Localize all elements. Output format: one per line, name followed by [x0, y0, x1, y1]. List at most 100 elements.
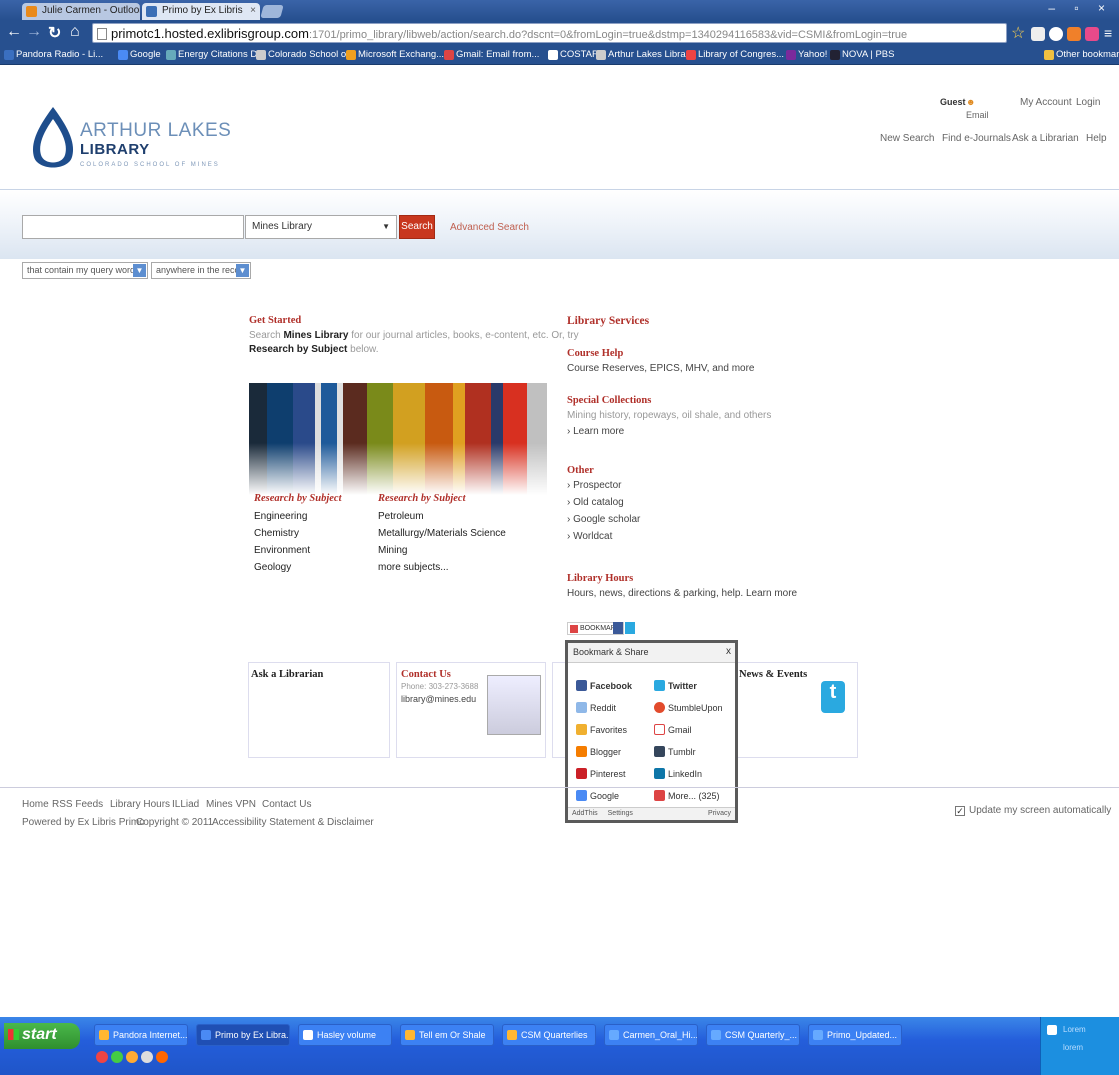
update-checkbox[interactable]: ✓ — [955, 806, 965, 816]
share-facebook[interactable]: Facebook — [576, 680, 632, 691]
bookmark-item[interactable]: COSTAR — [548, 49, 599, 60]
subject-link[interactable]: Petroleum — [378, 511, 424, 522]
taskbar-item[interactable]: Tell em Or Shale — [400, 1024, 494, 1046]
footer-illiad-link[interactable]: ILLiad — [172, 799, 199, 810]
library-hours-link[interactable]: Library Hours — [567, 573, 633, 584]
facebook-icon[interactable] — [613, 622, 623, 634]
close-tab-icon[interactable]: × — [250, 5, 256, 16]
tab-primo[interactable]: Primo by Ex Libris × — [142, 3, 260, 20]
tray-icon[interactable] — [1047, 1025, 1057, 1035]
course-help-link[interactable]: Course Help — [567, 348, 623, 359]
bookmark-item[interactable]: Pandora Radio - Li... — [4, 49, 103, 60]
bookmark-item[interactable]: Arthur Lakes Libra... — [596, 49, 694, 60]
bookmark-item[interactable]: Gmail: Email from... — [444, 49, 539, 60]
learn-more-link[interactable]: › Learn more — [567, 426, 624, 437]
share-reddit[interactable]: Reddit — [576, 702, 616, 713]
quicklaunch-icon[interactable] — [126, 1051, 138, 1063]
prospector-link[interactable]: › Prospector — [567, 480, 621, 491]
share-stumbleupon[interactable]: StumbleUpon — [654, 702, 723, 713]
share-pinterest[interactable]: Pinterest — [576, 768, 626, 779]
share-gmail[interactable]: Gmail — [654, 724, 692, 735]
research-by-subject-link[interactable]: Research by Subject — [249, 344, 347, 355]
worldcat-link[interactable]: › Worldcat — [567, 531, 612, 542]
search-scope-select[interactable]: Mines Library ▼ — [245, 215, 397, 239]
share-more[interactable]: More... (325) — [654, 790, 720, 801]
advanced-search-link[interactable]: Advanced Search — [450, 222, 529, 233]
bookmark-item[interactable]: Microsoft Exchang... — [346, 49, 444, 60]
extension-icon[interactable] — [1031, 27, 1045, 41]
footer-hours-link[interactable]: Library Hours — [110, 799, 170, 810]
window-controls[interactable]: – ▫ × — [1048, 1, 1113, 15]
taskbar-item[interactable]: Primo by Ex Libra... — [196, 1024, 290, 1046]
field-filter-select[interactable]: anywhere in the record ▼ — [151, 262, 251, 279]
start-button[interactable]: start — [4, 1023, 80, 1049]
help-link[interactable]: Help — [1086, 133, 1107, 144]
extension-icon[interactable] — [1085, 27, 1099, 41]
search-button[interactable]: Search — [399, 215, 435, 239]
share-google[interactable]: Google — [576, 790, 619, 801]
google-scholar-link[interactable]: › Google scholar — [567, 514, 640, 525]
bookmark-star-icon[interactable]: ☆ — [1011, 23, 1025, 43]
bookmark-item[interactable]: Yahoo! — [786, 49, 827, 60]
login-link[interactable]: Login — [1076, 97, 1100, 108]
menu-icon[interactable]: ≡ — [1104, 25, 1112, 41]
my-account-link[interactable]: My Account — [1020, 97, 1072, 108]
reload-icon[interactable]: ↻ — [48, 23, 61, 43]
new-tab-button[interactable] — [260, 5, 284, 18]
twitter-icon[interactable] — [625, 622, 635, 634]
footer-rss-link[interactable]: RSS Feeds — [52, 799, 103, 810]
search-input[interactable] — [22, 215, 244, 239]
quicklaunch-icon[interactable] — [141, 1051, 153, 1063]
bookmark-item[interactable]: NOVA | PBS — [830, 49, 894, 60]
back-icon[interactable]: ← — [6, 23, 22, 41]
share-blogger[interactable]: Blogger — [576, 746, 621, 757]
quicklaunch-icon[interactable] — [156, 1051, 168, 1063]
extension-icon[interactable] — [1067, 27, 1081, 41]
settings-link[interactable]: Settings — [608, 810, 633, 817]
addthis-link[interactable]: AddThis — [572, 810, 598, 817]
old-catalog-link[interactable]: › Old catalog — [567, 497, 624, 508]
new-search-link[interactable]: New Search — [880, 133, 934, 144]
bookmark-item[interactable]: Colorado School o... — [256, 49, 354, 60]
subject-link[interactable]: Engineering — [254, 511, 307, 522]
close-icon[interactable]: x — [726, 646, 731, 657]
share-favorites[interactable]: Favorites — [576, 724, 627, 735]
subject-link[interactable]: Metallurgy/Materials Science — [378, 528, 506, 539]
home-icon[interactable]: ⌂ — [70, 23, 80, 41]
library-logo-icon[interactable] — [28, 105, 78, 175]
precision-filter-select[interactable]: that contain my query words ▼ — [22, 262, 148, 279]
bookmark-item[interactable]: Energy Citations D... — [166, 49, 265, 60]
footer-home-link[interactable]: Home — [22, 799, 49, 810]
taskbar-item[interactable]: Hasley volume — [298, 1024, 392, 1046]
contact-email-link[interactable]: library@mines.edu — [401, 694, 476, 704]
extension-icon[interactable] — [1049, 27, 1063, 41]
quicklaunch-icon[interactable] — [111, 1051, 123, 1063]
taskbar-item[interactable]: CSM Quarterly_... — [706, 1024, 800, 1046]
taskbar-item[interactable]: Carmen_Oral_Hi... — [604, 1024, 698, 1046]
share-twitter[interactable]: Twitter — [654, 680, 697, 691]
email-link[interactable]: Email — [966, 110, 989, 120]
other-bookmarks[interactable]: Other bookmarks — [1044, 49, 1119, 60]
footer-contact-link[interactable]: Contact Us — [262, 799, 311, 810]
tab-outlook[interactable]: Julie Carmen - Outlook — [22, 3, 140, 20]
footer-vpn-link[interactable]: Mines VPN — [206, 799, 256, 810]
taskbar-item[interactable]: Pandora Internet... — [94, 1024, 188, 1046]
address-bar[interactable]: primotc1.hosted.exlibrisgroup.com:1701/p… — [92, 23, 1007, 43]
special-collections-link[interactable]: Special Collections — [567, 395, 651, 406]
find-ejournals-link[interactable]: Find e-Journals — [942, 133, 1011, 144]
share-linkedin[interactable]: LinkedIn — [654, 768, 702, 779]
subject-link[interactable]: Mining — [378, 545, 407, 556]
more-subjects-link[interactable]: more subjects... — [378, 562, 449, 573]
bookmark-item[interactable]: Library of Congres... — [686, 49, 784, 60]
twitter-bird-icon[interactable]: t — [821, 681, 845, 713]
taskbar-item[interactable]: Primo_Updated... — [808, 1024, 902, 1046]
subject-link[interactable]: Geology — [254, 562, 291, 573]
taskbar-item[interactable]: CSM Quarterlies — [502, 1024, 596, 1046]
quicklaunch-icon[interactable] — [96, 1051, 108, 1063]
bookmark-item[interactable]: Google — [118, 49, 161, 60]
ask-librarian-link[interactable]: Ask a Librarian — [1012, 133, 1079, 144]
accessibility-link[interactable]: Accessibility Statement & Disclaimer — [212, 817, 374, 828]
forward-icon[interactable]: → — [26, 23, 42, 41]
subject-link[interactable]: Environment — [254, 545, 310, 556]
share-tumblr[interactable]: Tumblr — [654, 746, 696, 757]
